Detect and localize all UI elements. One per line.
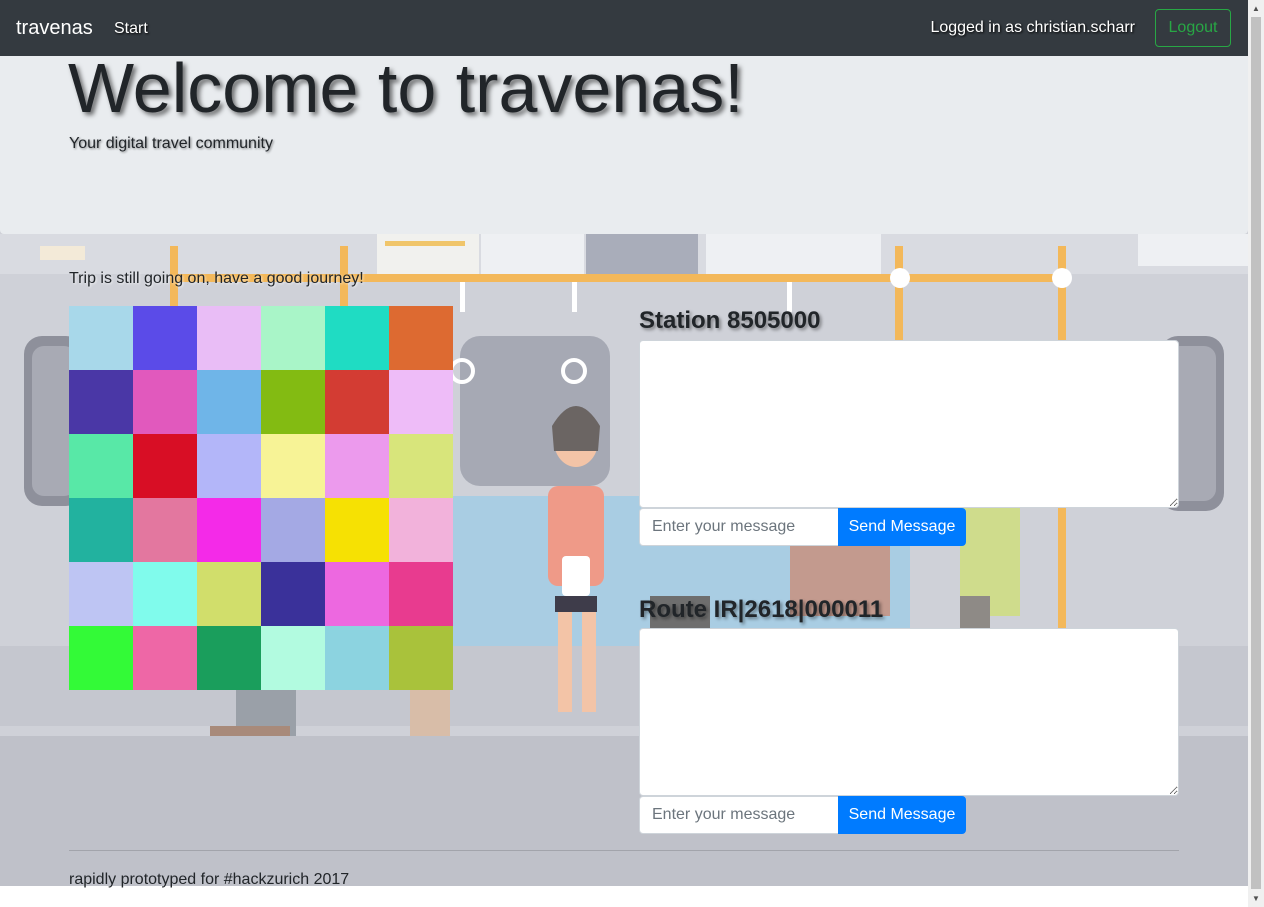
- page-title: Welcome to travenas!: [68, 49, 744, 127]
- trip-status-text: Trip is still going on, have a good jour…: [69, 270, 364, 287]
- mosaic-tile: [325, 562, 389, 626]
- mosaic-tile: [197, 562, 261, 626]
- mosaic-tile: [197, 626, 261, 690]
- mosaic-tile: [133, 498, 197, 562]
- scrollbar-thumb[interactable]: [1251, 17, 1261, 889]
- mosaic-tile: [325, 498, 389, 562]
- mosaic-tile: [69, 626, 133, 690]
- mosaic-tile: [261, 434, 325, 498]
- station-message-input[interactable]: [639, 508, 839, 546]
- station-chat-log[interactable]: [639, 340, 1179, 508]
- logged-in-status: Logged in as christian.scharr: [930, 19, 1135, 36]
- mosaic-tile: [325, 370, 389, 434]
- mosaic-tile: [261, 370, 325, 434]
- mosaic-tile: [389, 434, 453, 498]
- welcome-jumbotron: Welcome to travenas! Your digital travel…: [0, 49, 1248, 234]
- brand-link[interactable]: travenas: [16, 16, 93, 40]
- scroll-down-arrow-icon[interactable]: ▼: [1248, 890, 1264, 907]
- route-message-input[interactable]: [639, 796, 839, 834]
- trip-color-mosaic: [69, 306, 453, 690]
- mosaic-tile: [261, 306, 325, 370]
- station-send-button[interactable]: Send Message: [838, 508, 966, 546]
- mosaic-tile: [133, 306, 197, 370]
- mosaic-tile: [69, 434, 133, 498]
- mosaic-tile: [69, 562, 133, 626]
- nav-start-link[interactable]: Start: [114, 19, 148, 38]
- mosaic-tile: [69, 498, 133, 562]
- mosaic-tile: [133, 370, 197, 434]
- mosaic-tile: [197, 498, 261, 562]
- mosaic-tile: [133, 434, 197, 498]
- mosaic-tile: [133, 626, 197, 690]
- mosaic-tile: [389, 626, 453, 690]
- mosaic-tile: [197, 434, 261, 498]
- mosaic-tile: [325, 306, 389, 370]
- route-send-button[interactable]: Send Message: [838, 796, 966, 834]
- mosaic-tile: [325, 626, 389, 690]
- station-chat-title: Station 8505000: [639, 307, 821, 334]
- mosaic-tile: [69, 370, 133, 434]
- mosaic-tile: [389, 498, 453, 562]
- top-navbar: travenas Start Logged in as christian.sc…: [0, 0, 1248, 56]
- mosaic-tile: [197, 370, 261, 434]
- scroll-up-arrow-icon[interactable]: ▲: [1248, 0, 1264, 17]
- logout-button[interactable]: Logout: [1155, 9, 1231, 47]
- mosaic-tile: [261, 498, 325, 562]
- mosaic-tile: [133, 562, 197, 626]
- mosaic-tile: [197, 306, 261, 370]
- page-subtitle: Your digital travel community: [69, 135, 273, 152]
- route-chat-log[interactable]: [639, 628, 1179, 796]
- footer-text: rapidly prototyped for #hackzurich 2017: [69, 871, 350, 888]
- mosaic-tile: [261, 626, 325, 690]
- vertical-scrollbar[interactable]: ▲ ▼: [1248, 0, 1264, 907]
- route-chat-title: Route IR|2618|000011: [639, 596, 884, 623]
- mosaic-tile: [69, 306, 133, 370]
- footer-divider: [69, 850, 1179, 851]
- mosaic-tile: [389, 370, 453, 434]
- mosaic-tile: [389, 306, 453, 370]
- mosaic-tile: [261, 562, 325, 626]
- mosaic-tile: [389, 562, 453, 626]
- mosaic-tile: [325, 434, 389, 498]
